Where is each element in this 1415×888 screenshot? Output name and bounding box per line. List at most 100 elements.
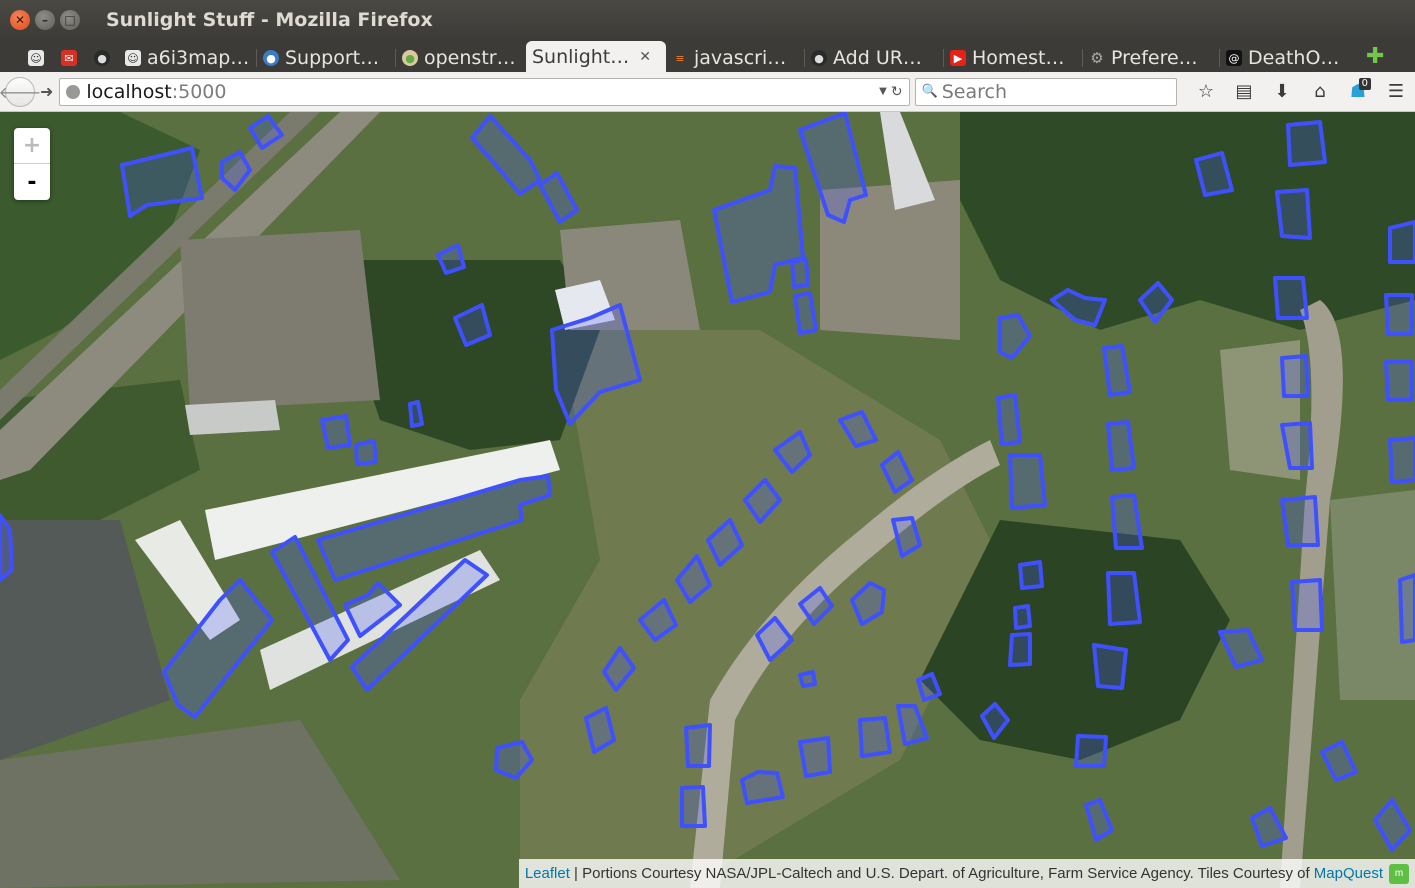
window-close-button[interactable]: ✕ bbox=[10, 10, 30, 30]
new-tab-button[interactable]: ✚ bbox=[1366, 44, 1384, 69]
building-footprint bbox=[120, 146, 204, 218]
building-footprint bbox=[891, 516, 922, 558]
tab-pinned-ubuntu[interactable]: ☺ bbox=[20, 43, 53, 73]
tab-label: Add UR… bbox=[833, 47, 922, 69]
building-footprint bbox=[743, 478, 782, 524]
tab-label: openstr… bbox=[424, 47, 516, 69]
tab-openstreetmap[interactable]: ● openstr… bbox=[396, 43, 526, 73]
ubuntu-icon: ☺ bbox=[125, 50, 141, 66]
stackoverflow-icon: ≡ bbox=[675, 51, 685, 65]
building-footprint bbox=[1008, 632, 1032, 667]
building-footprint bbox=[1194, 151, 1234, 197]
window-titlebar: ✕ – □ Sunlight Stuff - Mozilla Firefox bbox=[0, 0, 1415, 40]
building-footprint bbox=[1320, 740, 1358, 782]
building-footprint bbox=[896, 704, 929, 746]
building-footprint bbox=[1275, 188, 1312, 240]
tab-javascript[interactable]: ≡ javascri… bbox=[666, 43, 804, 73]
url-bar[interactable]: localhost:5000 ▼ ↻ bbox=[59, 77, 910, 106]
building-footprint bbox=[858, 716, 892, 758]
dropdown-icon[interactable]: ▼ bbox=[879, 86, 887, 97]
building-footprint bbox=[798, 670, 817, 688]
tab-support[interactable]: ● Support… bbox=[257, 43, 395, 73]
toolbar-icons: ☆ ▤ ⬇ ⌂ ☗ 0 ☰ bbox=[1187, 77, 1415, 107]
search-bar[interactable]: 🔍 bbox=[914, 77, 1177, 106]
zoom-in-button[interactable]: + bbox=[14, 128, 50, 164]
building-footprint bbox=[773, 430, 812, 474]
tab-pinned-github[interactable]: ● bbox=[86, 43, 119, 73]
tab-preferences[interactable]: ⚙ Prefere… bbox=[1083, 43, 1219, 73]
mapquest-logo-icon: m bbox=[1389, 863, 1409, 884]
url-host: localhost bbox=[86, 80, 172, 103]
building-footprint bbox=[436, 243, 466, 275]
building-footprint bbox=[1050, 288, 1107, 327]
building-footprint bbox=[793, 291, 818, 335]
tab-label: Homest… bbox=[972, 47, 1065, 69]
building-footprint bbox=[1286, 120, 1327, 167]
home-button[interactable]: ⌂ bbox=[1301, 77, 1339, 107]
downloads-button[interactable]: ⬇ bbox=[1263, 77, 1301, 107]
building-footprint bbox=[1388, 436, 1415, 484]
map-attribution: Leaflet | Portions Courtesy NASA/JPL-Cal… bbox=[518, 859, 1415, 888]
building-footprint bbox=[980, 702, 1010, 740]
building-footprint bbox=[684, 723, 712, 768]
window-minimize-button[interactable]: – bbox=[35, 10, 55, 30]
building-footprint bbox=[1102, 344, 1132, 397]
building-footprint bbox=[354, 439, 378, 466]
building-footprint bbox=[755, 616, 794, 662]
building-footprint bbox=[680, 785, 707, 828]
search-input[interactable] bbox=[941, 80, 1162, 103]
building-footprint bbox=[1280, 354, 1310, 398]
building-footprint bbox=[916, 672, 942, 702]
building-footprint bbox=[1092, 643, 1128, 690]
url-port: :5000 bbox=[171, 80, 227, 103]
building-footprint bbox=[470, 114, 542, 196]
navigation-toolbar: 🡐 ➜ localhost:5000 ▼ ↻ 🔍 ☆ ▤ ⬇ ⌂ ☗0 ☰ bbox=[0, 72, 1415, 112]
building-footprint bbox=[408, 400, 424, 428]
tab-homestead[interactable]: ▶ Homest… bbox=[944, 43, 1082, 73]
zoom-out-button[interactable]: - bbox=[14, 164, 50, 200]
window-maximize-button[interactable]: □ bbox=[60, 10, 80, 30]
search-icon: 🔍 bbox=[921, 84, 938, 99]
building-footprint bbox=[248, 114, 284, 150]
building-footprint bbox=[1398, 573, 1415, 644]
building-footprint bbox=[1388, 220, 1415, 264]
map-view[interactable]: + - Leaflet | Portions Courtesy NASA/JPL… bbox=[0, 112, 1415, 888]
tab-deatho[interactable]: @ DeathO… bbox=[1220, 43, 1348, 73]
hamburger-menu-icon: ☰ bbox=[1387, 81, 1405, 102]
notifications-button[interactable]: ☗ 0 bbox=[1339, 77, 1377, 107]
building-footprint bbox=[1018, 560, 1044, 590]
window-controls: ✕ – □ bbox=[10, 10, 80, 30]
tab-pinned-gmail[interactable]: ✉ bbox=[53, 43, 86, 73]
clipboard-icon: ▤ bbox=[1235, 81, 1253, 102]
leaflet-link[interactable]: Leaflet bbox=[525, 865, 570, 882]
tab-sunlight-active[interactable]: Sunlight… ✕ bbox=[526, 41, 666, 73]
building-footprint bbox=[1373, 798, 1412, 852]
mapquest-link[interactable]: MapQuest bbox=[1314, 865, 1383, 882]
tab-label: javascri… bbox=[694, 47, 787, 69]
window-title: Sunlight Stuff - Mozilla Firefox bbox=[106, 9, 433, 31]
tab-add-url[interactable]: ● Add UR… bbox=[805, 43, 943, 73]
back-button[interactable]: 🡐 bbox=[0, 76, 41, 107]
attribution-text: | Portions Courtesy NASA/JPL-Caltech and… bbox=[569, 865, 1314, 882]
close-icon[interactable]: ✕ bbox=[639, 49, 651, 65]
menu-button[interactable]: ☰ bbox=[1377, 77, 1415, 107]
building-footprint bbox=[998, 313, 1032, 360]
support-icon: ● bbox=[263, 50, 279, 66]
building-footprint bbox=[162, 578, 274, 719]
reload-icon[interactable]: ↻ bbox=[891, 84, 903, 100]
bookmark-star-button[interactable]: ☆ bbox=[1187, 77, 1225, 107]
forward-button[interactable]: ➜ bbox=[40, 82, 53, 101]
building-footprint bbox=[1218, 628, 1264, 669]
building-footprint bbox=[602, 646, 636, 692]
github-icon: ● bbox=[811, 50, 827, 66]
openstreetmap-icon: ● bbox=[402, 50, 418, 66]
tab-a6i3map[interactable]: ☺ a6i3map… bbox=[119, 43, 256, 73]
reading-list-button[interactable]: ▤ bbox=[1225, 77, 1263, 107]
building-footprint bbox=[880, 450, 914, 494]
building-footprint bbox=[1250, 806, 1288, 848]
at-icon: @ bbox=[1226, 50, 1242, 66]
building-footprint bbox=[550, 303, 642, 426]
youtube-icon: ▶ bbox=[950, 50, 966, 66]
building-footprint bbox=[798, 736, 832, 778]
building-footprints-layer bbox=[0, 112, 1415, 852]
